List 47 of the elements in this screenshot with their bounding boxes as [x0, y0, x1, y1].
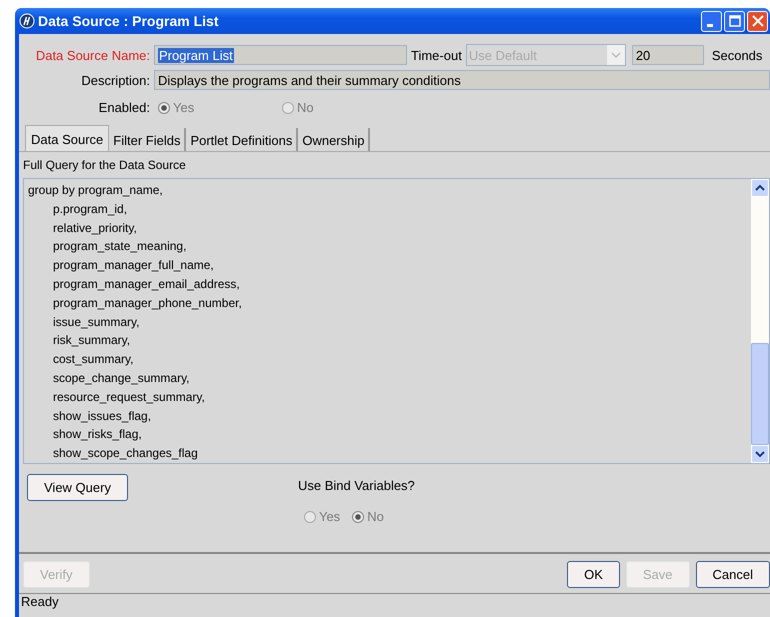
- query-text-area[interactable]: [23, 178, 770, 464]
- query-line: group by program_name,: [27, 182, 164, 199]
- query-label: Full Query for the Data Source: [23, 158, 187, 172]
- bind-variables-label: Use Bind Variables?: [298, 478, 415, 493]
- query-line: issue_summary,: [52, 314, 140, 331]
- query-line: program_state_meaning,: [52, 238, 188, 256]
- description-field[interactable]: Displays the programs and their summary conditions: [154, 70, 770, 90]
- close-button[interactable]: [747, 10, 768, 32]
- query-line: resource_request_summary,: [52, 388, 206, 406]
- view-query-button[interactable]: View Query: [27, 474, 128, 501]
- seconds-label: Seconds: [712, 48, 762, 62]
- vertical-scrollbar[interactable]: [751, 179, 769, 463]
- selected-text: Program List: [158, 48, 234, 62]
- query-line: risk_summary,: [52, 332, 132, 350]
- query-line: program_manager_email_address,: [52, 276, 241, 293]
- minimize-button[interactable]: [701, 10, 722, 32]
- name-field[interactable]: Program List: [154, 45, 407, 65]
- dialog-button[interactable]: Cancel: [696, 561, 770, 588]
- status-bar: Ready: [19, 593, 770, 615]
- scroll-up-icon[interactable]: [751, 179, 769, 197]
- dialog-button[interactable]: OK: [567, 561, 620, 588]
- name-label: Data Source Name:: [34, 48, 150, 62]
- query-line: cost_summary,: [52, 351, 134, 368]
- query-line: relative_priority,: [52, 220, 138, 237]
- logo-icon: [19, 13, 35, 29]
- description-label: Description:: [80, 72, 150, 88]
- scroll-thumb[interactable]: [751, 343, 769, 445]
- minimize-icon: [706, 24, 712, 27]
- enabled-label: Enabled:: [98, 100, 150, 115]
- radio-label: No: [297, 100, 314, 115]
- query-line: show_issues_flag,: [52, 408, 152, 425]
- window-title: Data Source : Program List: [38, 13, 220, 29]
- maximize-button[interactable]: [724, 10, 745, 32]
- query-line: program_manager_full_name,: [52, 257, 215, 274]
- query-line: p.program_id,: [52, 200, 128, 218]
- timeout-label: Time-out: [411, 48, 462, 62]
- radio-label: No: [367, 509, 384, 524]
- maximize-icon: [728, 15, 740, 27]
- query-line: scope_change_summary,: [52, 370, 191, 387]
- query-line: show_risks_flag,: [52, 426, 143, 444]
- radio-label: Yes: [173, 100, 194, 115]
- query-line: program_manager_phone_number,: [52, 294, 243, 312]
- radio-label: Yes: [318, 509, 340, 524]
- close-icon: [752, 15, 764, 27]
- scroll-down-icon[interactable]: [751, 445, 769, 463]
- query-line: show_scope_changes_flag: [52, 445, 199, 462]
- tab[interactable]: Data Source: [25, 125, 110, 151]
